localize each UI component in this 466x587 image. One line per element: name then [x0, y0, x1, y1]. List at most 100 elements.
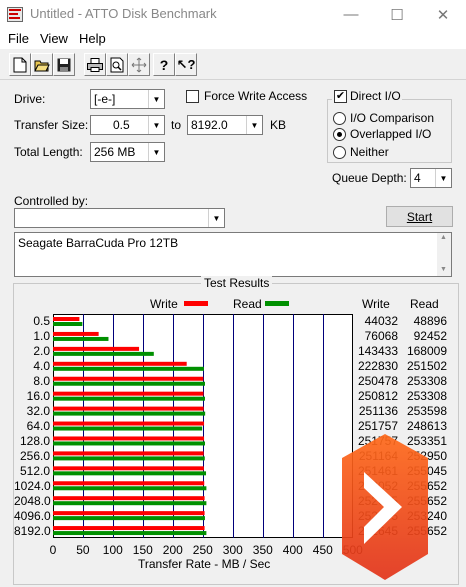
category-label: 8.0	[33, 374, 50, 389]
direct-io-checkbox[interactable]: ✔	[334, 90, 347, 103]
checkmark-icon: ✔	[335, 90, 346, 102]
x-tick-label: 50	[76, 543, 90, 557]
print-icon	[87, 57, 103, 72]
menu-view[interactable]: View	[40, 31, 68, 46]
read-bar	[53, 426, 203, 431]
minimize-icon: —	[343, 6, 359, 23]
chevron-down-icon: ▼	[246, 116, 262, 134]
write-bar	[53, 496, 205, 501]
io-comparison-radio[interactable]	[333, 112, 346, 125]
save-icon	[57, 58, 71, 71]
write-bar	[53, 466, 204, 471]
write-bar	[53, 391, 204, 396]
transfer-size-to-select[interactable]: 8192.0 ▼	[187, 115, 263, 135]
help-button[interactable]: ?	[153, 53, 175, 76]
total-length-label: Total Length:	[14, 145, 83, 159]
title-bar: Untitled - ATTO Disk Benchmark — ☐ ✕	[0, 0, 466, 29]
app-icon	[7, 7, 23, 22]
write-bar	[53, 376, 204, 381]
x-tick-label: 150	[132, 543, 153, 557]
drive-select[interactable]: [-e-] ▼	[90, 89, 165, 109]
new-button[interactable]	[9, 53, 31, 76]
category-label: 128.0	[19, 433, 50, 448]
read-bar	[53, 381, 205, 386]
chart-title: Test Results	[201, 276, 273, 290]
move-button[interactable]	[128, 53, 150, 76]
io-comparison-label: I/O Comparison	[350, 111, 435, 125]
minimize-button[interactable]: —	[328, 0, 374, 29]
read-bar	[53, 322, 83, 326]
write-value: 76068	[364, 329, 398, 344]
new-file-icon	[13, 57, 27, 72]
description-scrollbar[interactable]: ▲ ▼	[437, 233, 451, 276]
maximize-button[interactable]: ☐	[374, 0, 420, 29]
force-write-label: Force Write Access	[204, 89, 308, 103]
save-button[interactable]	[53, 53, 75, 76]
toolbar: ? ↖?	[0, 50, 466, 80]
queue-depth-select[interactable]: 4 ▼	[410, 168, 452, 188]
category-label: 2048.0	[14, 493, 51, 508]
read-value: 92452	[413, 329, 447, 344]
chevron-down-icon: ▼	[435, 169, 451, 187]
transfer-size-label: Transfer Size:	[14, 118, 89, 132]
read-bar	[53, 486, 207, 491]
category-label: 256.0	[19, 448, 50, 463]
category-label: 1024.0	[14, 478, 51, 493]
read-bar	[53, 336, 109, 341]
move-icon	[131, 57, 147, 72]
start-button[interactable]: Start	[386, 206, 453, 227]
close-icon: ✕	[436, 6, 450, 24]
controlled-by-select[interactable]: ▼	[14, 208, 225, 228]
write-value: 143433	[357, 344, 398, 359]
legend-read-swatch	[265, 301, 289, 306]
close-button[interactable]: ✕	[420, 0, 466, 29]
chevron-down-icon: ▼	[148, 90, 164, 108]
category-label: 2.0	[33, 344, 50, 359]
description-text: Seagate BarraCuda Pro 12TB	[18, 236, 179, 250]
category-label: 512.0	[19, 463, 50, 478]
overlapped-io-radio[interactable]	[333, 128, 346, 141]
print-preview-button[interactable]	[106, 53, 128, 76]
context-help-icon: ↖?	[176, 56, 196, 72]
x-tick-label: 200	[162, 543, 183, 557]
x-tick-label: 0	[49, 543, 57, 557]
open-button[interactable]	[31, 53, 53, 76]
category-label: 16.0	[26, 389, 50, 404]
total-length-select[interactable]: 256 MB ▼	[90, 142, 165, 162]
transfer-size-to-value: 8192.0	[191, 118, 228, 132]
kb-label: KB	[270, 118, 287, 132]
write-column-header: Write	[362, 297, 390, 311]
legend-write-label: Write	[150, 297, 178, 311]
force-write-checkbox[interactable]	[186, 90, 199, 103]
write-value: 251136	[358, 404, 398, 419]
chevron-down-icon: ▼	[208, 209, 224, 227]
chevron-down-icon: ▼	[148, 143, 164, 161]
description-textarea[interactable]: Seagate BarraCuda Pro 12TB ▲ ▼	[14, 232, 452, 277]
transfer-size-from-select[interactable]: 0.5 ▼	[90, 115, 165, 135]
menu-file[interactable]: File	[8, 31, 29, 46]
maximize-icon: ☐	[390, 6, 404, 24]
start-label: Start	[406, 209, 433, 224]
context-help-button[interactable]: ↖?	[175, 53, 197, 76]
drive-label: Drive:	[14, 92, 46, 106]
menu-bar: File View Help	[0, 29, 466, 49]
write-bar	[53, 331, 99, 336]
write-value: 44032	[364, 314, 398, 329]
category-label: 0.5	[33, 314, 50, 329]
legend-read-label: Read	[233, 297, 262, 311]
read-bar	[53, 501, 207, 506]
neither-label: Neither	[350, 145, 389, 159]
read-bar	[53, 456, 205, 461]
controlled-by-label: Controlled by:	[14, 194, 89, 208]
write-bar	[53, 346, 140, 351]
write-bar	[53, 511, 205, 516]
read-bar	[53, 351, 154, 356]
write-bar	[53, 317, 80, 321]
print-button[interactable]	[84, 53, 106, 76]
overlapped-io-label: Overlapped I/O	[350, 127, 432, 141]
neither-radio[interactable]	[333, 146, 346, 159]
scroll-down-icon: ▼	[440, 266, 447, 273]
read-bar	[53, 366, 204, 371]
category-label: 8192.0	[14, 523, 51, 538]
menu-help[interactable]: Help	[79, 31, 106, 46]
